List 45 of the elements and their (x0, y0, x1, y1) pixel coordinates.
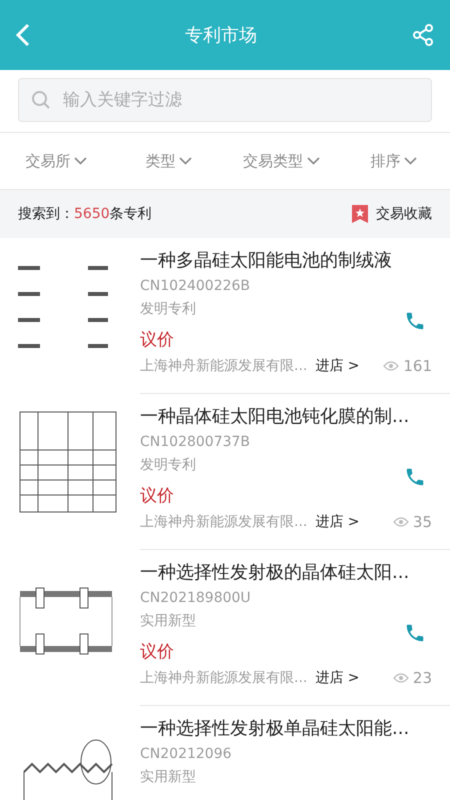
patent-type: 发明专利 (140, 456, 197, 474)
patent-number: CN202189800U (140, 590, 252, 606)
result-count: 搜索到：5650条专利 (18, 205, 152, 223)
filter-dropdown[interactable]: 交易所 (0, 150, 112, 172)
shop-link[interactable]: 进店 > (315, 669, 360, 687)
chevron-down-icon (179, 157, 192, 165)
filter-dropdown[interactable]: 类型 (112, 150, 225, 172)
bookmark-star-icon (352, 205, 368, 223)
company-name: 上海神舟新能源发展有限... (140, 669, 308, 687)
filter-dropdown[interactable]: 交易类型 (225, 150, 338, 172)
company-name: 上海神舟新能源发展有限... (140, 357, 308, 375)
patent-type: 实用新型 (140, 612, 197, 630)
phone-icon[interactable] (404, 622, 426, 644)
search-input[interactable]: 输入关键字过滤 (61, 89, 419, 111)
eye-icon (392, 517, 409, 527)
view-count: 23 (412, 669, 432, 687)
patent-title[interactable]: 一种选择性发射极单晶硅太阳能... (140, 716, 432, 740)
chevron-down-icon (404, 157, 418, 165)
patent-price: 议价 (140, 329, 175, 351)
shop-link[interactable]: 进店 > (315, 357, 360, 375)
view-count: 161 (403, 357, 432, 375)
phone-icon[interactable] (404, 466, 426, 488)
patent-number: CN102400226B (140, 278, 252, 294)
favorites-button[interactable]: 交易收藏 (352, 205, 432, 223)
search-icon (31, 90, 51, 110)
eye-icon (383, 361, 400, 371)
patent-type: 实用新型 (140, 768, 197, 786)
chevron-down-icon (74, 157, 88, 165)
search-field[interactable]: 输入关键字过滤 (18, 78, 432, 122)
patent-price: 议价 (140, 485, 175, 507)
page-title: 专利市场 (185, 24, 257, 47)
patent-price: 议价 (140, 641, 175, 663)
patent-number: CN20212096 (140, 746, 233, 762)
patent-type: 发明专利 (140, 300, 197, 318)
chevron-down-icon (306, 157, 320, 165)
patent-title[interactable]: 一种多晶硅太阳能电池的制绒液 (140, 248, 432, 272)
patent-title[interactable]: 一种选择性发射极的晶体硅太阳... (140, 560, 432, 584)
view-count: 35 (412, 513, 432, 531)
patent-number: CN102800737B (140, 434, 252, 450)
shop-link[interactable]: 进店 > (315, 513, 360, 531)
phone-icon[interactable] (404, 310, 426, 332)
company-name: 上海神舟新能源发展有限... (140, 513, 308, 531)
eye-icon (392, 673, 409, 683)
filter-dropdown[interactable]: 排序 (338, 150, 450, 172)
patent-title[interactable]: 一种晶体硅太阳电池钝化膜的制... (140, 404, 432, 428)
